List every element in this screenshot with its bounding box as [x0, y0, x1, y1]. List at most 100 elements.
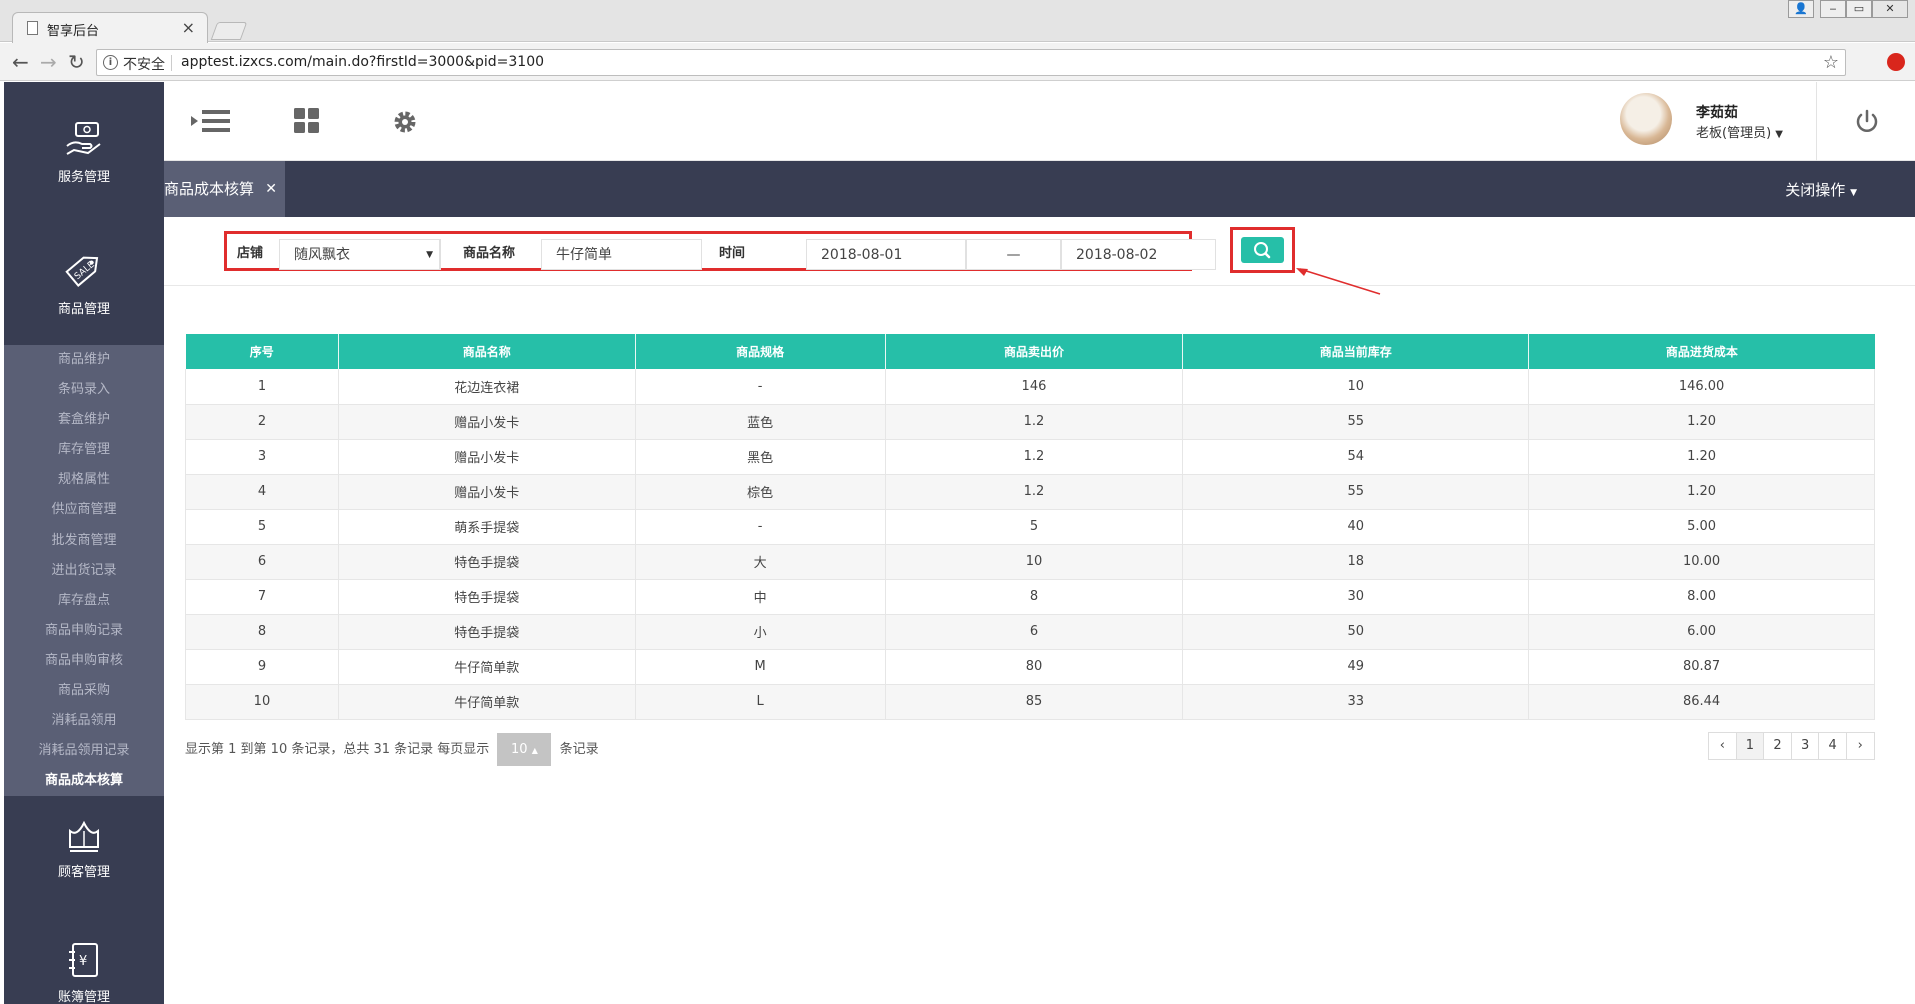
page-size-dropdown[interactable]: 10 ▲	[497, 733, 552, 766]
new-tab-button[interactable]	[210, 22, 248, 40]
sale-price-cell: 146	[885, 369, 1184, 405]
spec-cell: 小	[635, 614, 886, 650]
next-page-button[interactable]: ›	[1845, 732, 1875, 760]
sidebar-item-barcode-entry[interactable]: 条码录入	[4, 375, 164, 405]
tab-cost-accounting[interactable]: 商品成本核算 ✕	[164, 161, 285, 217]
index-cell: 4	[185, 474, 339, 510]
product-name-cell: 特色手提袋	[338, 579, 636, 615]
cost-table: 序号 商品名称 商品规格 商品卖出价 商品当前库存 商品进货成本 1 花边连衣裙 -…	[185, 334, 1875, 720]
page-2-button[interactable]: 2	[1763, 732, 1792, 760]
divider	[171, 55, 172, 71]
sidebar-item-product-maintenance[interactable]: 商品维护	[4, 345, 164, 375]
spec-cell: -	[635, 369, 886, 405]
sidebar-item-suppliers[interactable]: 供应商管理	[4, 495, 164, 525]
column-header-product-name[interactable]: 商品名称	[338, 334, 636, 369]
extension-icon[interactable]	[1887, 53, 1905, 71]
product-name-input[interactable]: 牛仔简单	[541, 239, 702, 270]
index-cell: 6	[185, 544, 339, 580]
sidebar-module-service[interactable]: 服务管理	[4, 120, 164, 185]
cost-cell: 86.44	[1528, 684, 1875, 720]
profile-icon[interactable]: 👤	[1788, 0, 1814, 18]
maximize-button[interactable]: ▭	[1846, 0, 1872, 18]
index-cell: 1	[185, 369, 339, 405]
sale-price-cell: 1.2	[885, 439, 1184, 475]
caret-down-icon: ▼	[1850, 188, 1857, 198]
spec-cell: 蓝色	[635, 404, 886, 440]
back-arrow-icon[interactable]: ←	[12, 50, 29, 74]
table-row[interactable]: 5 萌系手提袋 -5 40 5.00	[185, 509, 1875, 545]
pagination-info: 显示第 1 到第 10 条记录，总共 31 条记录 每页显示 10 ▲ 条记录	[185, 733, 599, 766]
minimize-button[interactable]: ‒	[1820, 0, 1846, 18]
column-header-index[interactable]: 序号	[185, 334, 339, 369]
column-header-sale-price[interactable]: 商品卖出价	[885, 334, 1184, 369]
product-name-cell: 花边连衣裙	[338, 369, 636, 405]
sidebar-item-procurement[interactable]: 商品采购	[4, 676, 164, 706]
column-header-current-stock[interactable]: 商品当前库存	[1182, 334, 1530, 369]
power-icon[interactable]	[1854, 109, 1880, 135]
sidebar-item-purchase-requests[interactable]: 商品申购记录	[4, 616, 164, 646]
table-row[interactable]: 7 特色手提袋中 8 30 8.00	[185, 579, 1875, 615]
sidebar-module-customer[interactable]: 顾客管理	[4, 817, 164, 880]
avatar[interactable]	[1620, 93, 1672, 145]
end-date-input[interactable]: 2018-08-02	[1061, 239, 1216, 270]
user-role-dropdown[interactable]: 老板(管理员) ▼	[1696, 122, 1783, 141]
reload-icon[interactable]: ↻	[68, 50, 85, 74]
column-header-spec[interactable]: 商品规格	[635, 334, 886, 369]
close-icon[interactable]: ✕	[265, 161, 277, 217]
divider	[1816, 82, 1817, 161]
stock-cell: 55	[1182, 404, 1530, 440]
sidebar-item-cost-accounting[interactable]: 商品成本核算	[4, 766, 164, 796]
sidebar-module-ledger[interactable]: ¥ 账簿管理	[4, 940, 164, 1004]
search-icon	[1254, 242, 1271, 259]
sidebar-item-wholesalers[interactable]: 批发商管理	[4, 526, 164, 556]
sidebar-module-product[interactable]: SALE 商品管理	[4, 246, 164, 317]
start-date-input[interactable]: 2018-08-01	[806, 239, 966, 270]
store-select[interactable]: 随风飘衣 ▼	[279, 239, 440, 270]
page-3-button[interactable]: 3	[1790, 732, 1820, 760]
sidebar-item-consumables-records[interactable]: 消耗品领用记录	[4, 736, 164, 766]
sidebar-item-spec-attributes[interactable]: 规格属性	[4, 465, 164, 495]
sidebar-item-consumables[interactable]: 消耗品领用	[4, 706, 164, 736]
sidebar-item-kit-maintenance[interactable]: 套盒维护	[4, 405, 164, 435]
close-operations-dropdown[interactable]: 关闭操作 ▼	[1785, 179, 1857, 200]
index-cell: 10	[185, 684, 339, 720]
sidebar-item-inventory[interactable]: 库存管理	[4, 435, 164, 465]
table-row[interactable]: 6 特色手提袋大 10 18 10.00	[185, 544, 1875, 580]
url-text[interactable]: apptest.izxcs.com/main.do?firstId=3000&p…	[181, 54, 544, 70]
grid-apps-icon[interactable]	[294, 108, 320, 134]
column-header-purchase-cost[interactable]: 商品进货成本	[1528, 334, 1875, 369]
info-icon[interactable]: i	[103, 55, 118, 70]
browser-tab[interactable]: 智享后台 ×	[12, 12, 208, 43]
collapse-menu-icon[interactable]	[190, 108, 232, 134]
page-4-button[interactable]: 4	[1818, 732, 1847, 760]
table-row[interactable]: 2 赠品小发卡 蓝色 1.2 55 1.20	[185, 404, 1875, 440]
sidebar-item-stock-records[interactable]: 进出货记录	[4, 556, 164, 586]
table-row[interactable]: 10 牛仔简单款 L 85 33 86.44	[185, 684, 1875, 720]
forward-arrow-icon[interactable]: →	[40, 50, 57, 74]
table-row[interactable]: 4 赠品小发卡 棕色 1.2 55 1.20	[185, 474, 1875, 510]
sidebar-module-label: 商品管理	[57, 302, 110, 317]
product-name-cell: 赠品小发卡	[338, 439, 636, 475]
close-window-button[interactable]: ✕	[1872, 0, 1908, 18]
browser-tab-strip: 智享后台 × 👤 ‒ ▭ ✕	[0, 0, 1915, 43]
gear-icon[interactable]	[391, 108, 419, 136]
ledger-icon: ¥	[69, 943, 98, 977]
close-tab-icon[interactable]: ×	[182, 18, 195, 37]
search-highlight	[1230, 227, 1295, 273]
prev-page-button[interactable]: ‹	[1708, 732, 1737, 760]
bookmark-star-icon[interactable]: ☆	[1823, 52, 1839, 73]
table-row[interactable]: 8 特色手提袋小 6 50 6.00	[185, 614, 1875, 650]
sidebar-item-purchase-review[interactable]: 商品申购审核	[4, 646, 164, 676]
sale-price-cell: 1.2	[885, 404, 1184, 440]
search-button[interactable]	[1241, 237, 1284, 263]
address-bar-row: ← → ↻ i 不安全 apptest.izxcs.com/main.do?fi…	[0, 43, 1915, 81]
sidebar-item-stocktaking[interactable]: 库存盘点	[4, 586, 164, 616]
table-row[interactable]: 1 花边连衣裙 -146 10 146.00	[185, 369, 1875, 405]
address-bar[interactable]: i 不安全 apptest.izxcs.com/main.do?firstId=…	[96, 49, 1846, 76]
table-row[interactable]: 3 赠品小发卡 黑色 1.2 54 1.20	[185, 439, 1875, 475]
table-body: 1 花边连衣裙 -146 10 146.00 2 赠品小发卡 蓝色 1.2 55 1.20 3 赠品小发…	[185, 369, 1875, 720]
page-1-button[interactable]: 1	[1735, 732, 1765, 760]
filter-group: 店铺 随风飘衣 ▼ 商品名称 牛仔简单 时间 2018-08-01 — 2018…	[224, 231, 1216, 271]
table-row[interactable]: 9 牛仔简单款 M 80 49 80.87	[185, 649, 1875, 685]
sale-price-cell: 6	[885, 614, 1184, 650]
